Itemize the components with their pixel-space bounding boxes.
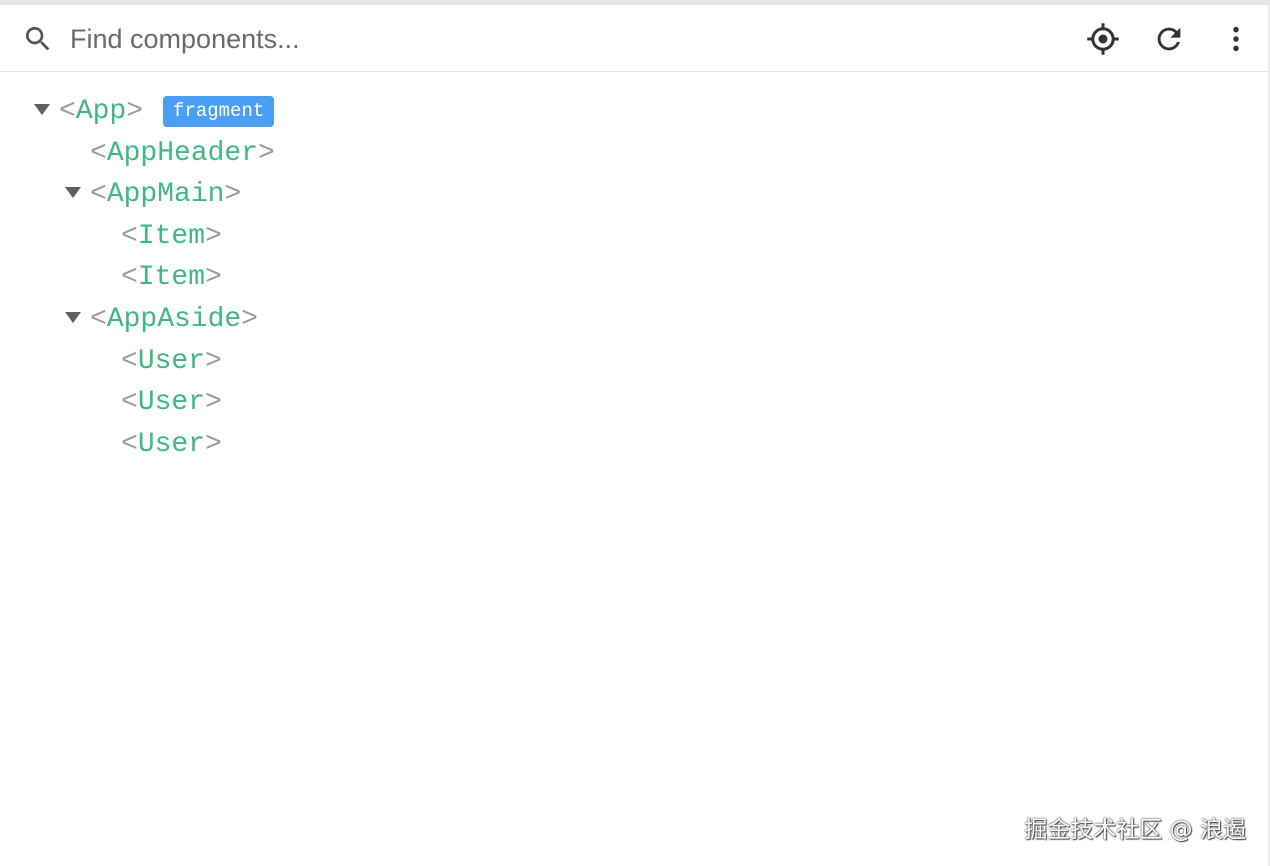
component-name: User bbox=[137, 386, 206, 418]
select-component-button[interactable] bbox=[1083, 19, 1123, 59]
search-icon bbox=[26, 27, 50, 51]
expand-arrow-icon[interactable] bbox=[65, 187, 81, 198]
tree-node-appaside[interactable]: < AppAside > bbox=[90, 299, 258, 339]
toolbar bbox=[0, 5, 1268, 72]
watermark: 掘金技术社区 @ 浪遏 bbox=[1024, 817, 1246, 843]
tree-node-user[interactable]: < User > bbox=[121, 382, 222, 422]
refresh-icon bbox=[1157, 27, 1181, 51]
expand-arrow-icon[interactable] bbox=[34, 104, 50, 115]
component-name: User bbox=[137, 428, 206, 460]
component-name: User bbox=[137, 345, 206, 377]
tree-node-appmain[interactable]: < AppMain > bbox=[90, 174, 241, 214]
fragment-badge: fragment bbox=[163, 95, 275, 127]
search-input[interactable] bbox=[70, 19, 970, 59]
tree-node-app[interactable]: < App > fragment bbox=[59, 91, 275, 131]
component-name: AppAside bbox=[106, 303, 242, 335]
refresh-button[interactable] bbox=[1149, 19, 1189, 59]
tree-node-appheader[interactable]: < AppHeader > bbox=[90, 133, 275, 173]
tree-node-item[interactable]: < Item > bbox=[121, 257, 222, 297]
more-options-button[interactable] bbox=[1216, 19, 1256, 59]
more-vertical-icon bbox=[1233, 26, 1239, 52]
component-name: AppMain bbox=[106, 178, 225, 210]
component-name: App bbox=[75, 95, 127, 127]
target-select-icon bbox=[1087, 23, 1119, 55]
component-name: Item bbox=[137, 261, 206, 293]
component-name: AppHeader bbox=[106, 137, 259, 169]
tree-node-user[interactable]: < User > bbox=[121, 341, 222, 381]
expand-arrow-icon[interactable] bbox=[65, 312, 81, 323]
tree-node-item[interactable]: < Item > bbox=[121, 216, 222, 256]
tree-node-user[interactable]: < User > bbox=[121, 424, 222, 464]
component-name: Item bbox=[137, 220, 206, 252]
